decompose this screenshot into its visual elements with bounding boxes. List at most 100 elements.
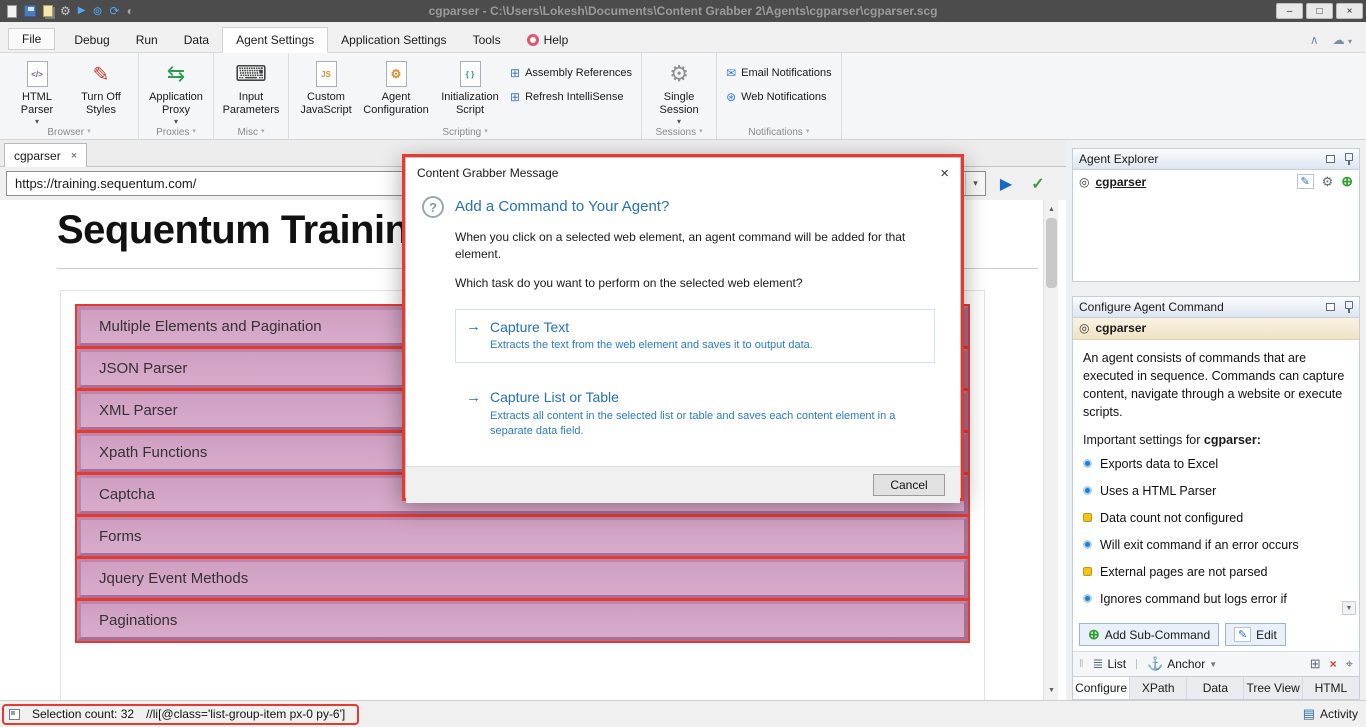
turn-off-styles-button[interactable]: ✎ Turn Off Styles — [69, 56, 133, 116]
tab-tree-view[interactable]: Tree View — [1244, 677, 1302, 699]
refresh-intellisense-button[interactable]: ⊞ Refresh IntelliSense — [510, 90, 632, 104]
configure-panel-body: ◎ cgparser An agent consists of commands… — [1072, 318, 1360, 700]
scroll-up-icon[interactable]: ▲ — [1044, 202, 1059, 217]
group-launcher-icon[interactable]: ▾ — [192, 127, 196, 138]
copy-icon[interactable] — [43, 5, 53, 17]
initialization-script-label: Initialization Script — [434, 91, 506, 116]
browser-tab-label: cgparser — [14, 149, 61, 163]
html-parser-button[interactable]: </> HTML Parser ▾ — [5, 56, 69, 126]
menu-application-settings[interactable]: Application Settings — [328, 28, 459, 52]
ribbon: </> HTML Parser ▾ ✎ Turn Off Styles Brow… — [0, 52, 1366, 140]
filter-icon[interactable]: ▼ — [1209, 660, 1217, 669]
menu-data[interactable]: Data — [171, 28, 222, 52]
html-parser-label: HTML Parser — [5, 91, 69, 116]
close-button[interactable]: × — [1336, 3, 1363, 19]
float-panel-icon[interactable] — [1326, 303, 1335, 311]
application-proxy-button[interactable]: ⇆ Application Proxy ▾ — [144, 56, 208, 126]
list-tool-label: List — [1107, 657, 1126, 671]
group-launcher-icon[interactable]: ▾ — [261, 127, 265, 138]
activity-button[interactable]: ▤ Activity — [1303, 706, 1366, 722]
collapse-ribbon-icon[interactable]: ∧ — [1310, 33, 1319, 47]
menu-run[interactable]: Run — [123, 28, 171, 52]
browser-tab-cgparser[interactable]: cgparser × — [4, 143, 87, 167]
settings-gear-icon[interactable]: ⚙ — [60, 5, 71, 17]
minimize-button[interactable]: – — [1276, 3, 1303, 19]
edit-agent-icon[interactable]: ✎ — [1297, 174, 1314, 189]
email-notifications-button[interactable]: ✉ Email Notifications — [726, 66, 832, 80]
initialization-script-button[interactable]: { } Initialization Script — [434, 56, 506, 116]
web-notifications-icon: ⊛ — [726, 90, 736, 104]
cloud-icon[interactable]: ☁ ▾ — [1333, 33, 1352, 47]
page-heading: Sequentum Training — [57, 208, 432, 253]
publish-globe-icon[interactable]: ⊚ — [92, 5, 102, 17]
menu-agent-settings[interactable]: Agent Settings — [222, 27, 328, 53]
tab-xpath[interactable]: XPath — [1130, 677, 1187, 699]
dialog-body: ? Add a Command to Your Agent? When you … — [406, 188, 960, 466]
web-notifications-label: Web Notifications — [741, 91, 826, 103]
agent-configuration-button[interactable]: ⚙ Agent Configuration — [358, 56, 434, 116]
arrow-right-icon: → — [466, 389, 481, 406]
single-session-button[interactable]: ⚙ Single Session ▾ — [647, 56, 711, 126]
agent-tree-item[interactable]: ◎ cgparser ✎ ⚙ ⊕ — [1073, 170, 1359, 193]
list-item[interactable]: Paginations — [77, 600, 968, 641]
cancel-button[interactable]: Cancel — [873, 474, 945, 496]
tab-data[interactable]: Data — [1187, 677, 1244, 699]
input-parameters-label: Input Parameters — [219, 91, 283, 116]
right-sidebar: Agent Explorer ◎ cgparser ✎ ⚙ ⊕ — [1066, 140, 1366, 700]
add-sub-command-button[interactable]: ⊕ Add Sub-Command — [1079, 623, 1219, 646]
capture-text-option[interactable]: → Capture Text Extracts the text from th… — [455, 309, 935, 362]
pin-icon[interactable] — [1344, 153, 1353, 166]
capture-list-option[interactable]: → Capture List or Table Extracts all con… — [455, 380, 935, 449]
save-icon[interactable] — [24, 5, 36, 17]
scrollbar-thumb[interactable] — [1046, 218, 1057, 288]
add-agent-icon[interactable]: ⊕ — [1341, 173, 1353, 190]
web-notifications-button[interactable]: ⊛ Web Notifications — [726, 90, 832, 104]
new-document-icon[interactable] — [7, 5, 17, 18]
theme-contrast-icon[interactable]: ◐ — [127, 5, 134, 17]
dialog-close-icon[interactable]: × — [940, 165, 949, 182]
tab-html[interactable]: HTML — [1303, 677, 1359, 699]
agent-settings-icon[interactable]: ⚙ — [1322, 174, 1334, 190]
settings-scroll-down-icon[interactable]: ▼ — [1342, 601, 1356, 615]
scripting-small-buttons: ⊞ Assembly References ⊞ Refresh IntelliS… — [506, 56, 636, 104]
scroll-down-icon[interactable]: ▼ — [1044, 683, 1059, 698]
tab-close-icon[interactable]: × — [71, 150, 77, 162]
menu-debug[interactable]: Debug — [61, 28, 122, 52]
float-panel-icon[interactable] — [1326, 155, 1335, 163]
refresh-icon[interactable]: ⟳ — [110, 5, 120, 17]
setting-item: Exports data to Excel — [1083, 457, 1349, 471]
group-launcher-icon[interactable]: ▾ — [87, 127, 91, 138]
custom-javascript-icon: JS — [316, 59, 337, 89]
group-launcher-icon[interactable]: ▾ — [484, 127, 488, 138]
group-launcher-icon[interactable]: ▾ — [806, 127, 810, 138]
menu-file[interactable]: File — [8, 28, 55, 50]
agent-configuration-icon: ⚙ — [386, 59, 407, 89]
maximize-button[interactable]: □ — [1306, 3, 1333, 19]
custom-javascript-button[interactable]: JS Custom JavaScript — [294, 56, 358, 116]
crosshair-icon[interactable]: ⌖ — [1346, 656, 1353, 672]
selected-command-row[interactable]: ◎ cgparser — [1073, 318, 1359, 340]
assembly-references-button[interactable]: ⊞ Assembly References — [510, 66, 632, 80]
grid-select-icon[interactable]: ⊞ — [1310, 656, 1321, 672]
anchor-tool-button[interactable]: ⚓ Anchor ▼ — [1147, 656, 1217, 672]
list-item[interactable]: Forms — [77, 516, 968, 557]
navigate-button[interactable]: ▶ — [994, 174, 1018, 194]
list-tool-button[interactable]: ≣ List — [1093, 656, 1127, 672]
input-parameters-button[interactable]: ⌨ Input Parameters — [219, 56, 283, 116]
agent-name[interactable]: cgparser — [1095, 175, 1146, 189]
pin-icon[interactable] — [1344, 301, 1353, 314]
clear-selection-icon[interactable]: × — [1330, 657, 1337, 671]
group-launcher-icon[interactable]: ▾ — [699, 127, 703, 138]
menu-tools[interactable]: Tools — [460, 28, 514, 52]
confirm-button[interactable]: ✓ — [1026, 174, 1050, 194]
tab-configure[interactable]: Configure — [1073, 677, 1130, 699]
edit-button[interactable]: ✎ Edit — [1225, 623, 1286, 646]
command-buttons-row: ⊕ Add Sub-Command ✎ Edit — [1073, 619, 1359, 651]
list-item[interactable]: Jquery Event Methods — [77, 558, 968, 599]
menu-help[interactable]: Help — [514, 28, 582, 52]
page-scrollbar[interactable]: ▲ ▼ — [1043, 200, 1058, 700]
group-label-scripting: Scripting▾ — [289, 127, 641, 138]
dialog-title-bar[interactable]: Content Grabber Message × — [406, 158, 960, 188]
run-icon[interactable]: ▶ — [78, 6, 86, 16]
url-dropdown-icon[interactable]: ▾ — [965, 172, 985, 195]
